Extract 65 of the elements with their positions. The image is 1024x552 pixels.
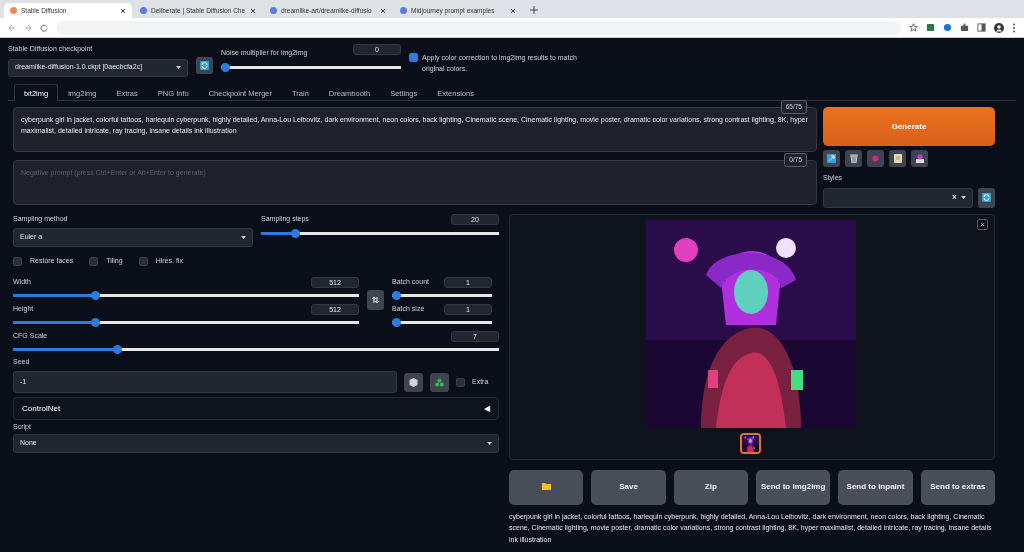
controlnet-title: ControlNet: [22, 402, 61, 415]
dot-icon: [872, 155, 879, 162]
thumbnail[interactable]: [740, 432, 761, 454]
slider-thumb[interactable]: [90, 317, 100, 327]
clipboard-icon: [893, 154, 902, 163]
reuse-seed-button[interactable]: [430, 372, 449, 392]
arrow-icon: [827, 154, 836, 163]
trash-icon: [849, 154, 858, 163]
reload-icon[interactable]: [40, 23, 48, 32]
new-tab-icon[interactable]: [530, 6, 538, 14]
refresh-icon: [982, 193, 991, 202]
checkbox[interactable]: [89, 256, 99, 266]
favicon-icon: [140, 7, 147, 14]
tool-button[interactable]: [911, 150, 928, 167]
action-button[interactable]: Zip: [673, 469, 748, 505]
collapse-toggle[interactable]: ◀: [484, 402, 490, 415]
slider-thumb[interactable]: [221, 62, 230, 72]
puzzle-icon[interactable]: [960, 23, 969, 32]
swap-button[interactable]: [367, 289, 384, 310]
tool-button[interactable]: [823, 150, 840, 167]
close-icon[interactable]: [250, 7, 256, 14]
random-seed-button[interactable]: [404, 372, 423, 392]
star-icon[interactable]: [909, 23, 918, 32]
favicon-icon: [10, 7, 17, 14]
close-icon[interactable]: [510, 7, 516, 14]
clear-button[interactable]: ×: [951, 190, 957, 205]
checkbox[interactable]: [13, 256, 22, 266]
tool-button[interactable]: [845, 150, 862, 167]
checkbox[interactable]: [138, 256, 148, 266]
refresh-button[interactable]: [196, 57, 213, 74]
action-button[interactable]: Save: [591, 469, 666, 505]
slider-thumb[interactable]: [90, 290, 100, 300]
caret-icon: [487, 441, 492, 445]
menu-icon[interactable]: [1012, 22, 1016, 33]
color-correction-checkbox[interactable]: [409, 53, 418, 62]
caret-icon: [961, 196, 966, 199]
batch-slider[interactable]: [392, 317, 492, 327]
save-style-icon: [915, 154, 924, 163]
folder-icon: [541, 483, 551, 491]
refresh-button[interactable]: [978, 187, 995, 208]
close-icon[interactable]: [380, 7, 386, 14]
close-icon[interactable]: [120, 7, 126, 14]
batch-slider[interactable]: [392, 290, 492, 300]
caret-icon: [176, 66, 181, 69]
slider-thumb[interactable]: [290, 228, 300, 238]
extra-checkbox[interactable]: [456, 377, 465, 387]
styles-dropdown[interactable]: ×: [823, 187, 973, 208]
slider-thumb[interactable]: [113, 344, 123, 354]
slider-thumb[interactable]: [392, 317, 401, 327]
action-button[interactable]: Send to extras: [920, 469, 995, 505]
open-folder-button[interactable]: [509, 469, 584, 505]
favicon-icon: [270, 7, 277, 14]
dice-icon: [409, 377, 418, 387]
slider-thumb[interactable]: [392, 290, 401, 300]
refresh-icon: [200, 61, 209, 70]
action-button[interactable]: Send to img2img: [756, 469, 831, 505]
recycle-icon: [435, 377, 444, 387]
swap-icon: [372, 295, 379, 304]
tool-button[interactable]: [889, 150, 906, 167]
close-button[interactable]: ×: [977, 218, 988, 230]
action-button[interactable]: Send to inpaint: [838, 469, 913, 505]
profile-icon[interactable]: [994, 22, 1004, 33]
sidebar-icon[interactable]: [977, 23, 986, 32]
caret-icon: [241, 236, 246, 239]
favicon-icon: [400, 7, 407, 14]
